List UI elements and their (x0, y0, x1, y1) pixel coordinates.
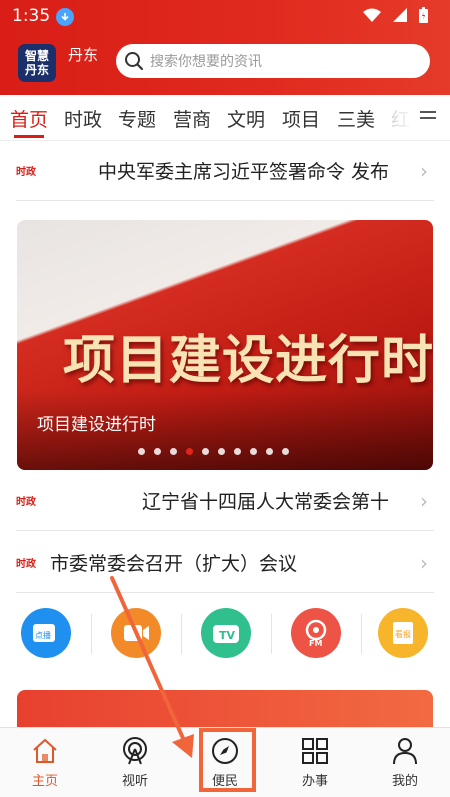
tv-label: TV (219, 629, 236, 642)
wifi-icon (363, 8, 381, 22)
carousel-dot[interactable] (154, 448, 161, 455)
chevron-right-icon: › (420, 551, 428, 575)
carousel-dot[interactable] (170, 448, 177, 455)
carousel-banner[interactable]: 项目建设进行时 项目建设进行时 (17, 220, 433, 470)
carousel-dot[interactable] (202, 448, 209, 455)
fm-label: FM (309, 639, 322, 648)
carousel-dot[interactable] (250, 448, 257, 455)
news-tag: 时政 (16, 497, 36, 508)
signal-icon (393, 8, 407, 22)
promo-banner[interactable] (17, 690, 433, 730)
shortcut-bar: 点播 TV FM 看报 (0, 600, 450, 670)
tab-special[interactable]: 专题 (118, 105, 156, 132)
carousel-dot[interactable] (266, 448, 273, 455)
nav-services-label: 办事 (301, 774, 328, 789)
app-header: 1:35 智慧 丹东 丹东 搜索你想要的资讯 (0, 0, 450, 95)
user-icon (393, 738, 417, 765)
city-selector[interactable]: 丹东 (68, 44, 98, 65)
carousel-dot[interactable] (282, 448, 289, 455)
video-icon[interactable] (111, 608, 161, 658)
carousel-dot[interactable] (218, 448, 225, 455)
highlight-box (199, 728, 256, 792)
broadcast-icon (123, 737, 147, 765)
nav-home[interactable]: 主页 (0, 728, 90, 797)
news-item[interactable]: 时政 中央军委主席习近平签署命令 发布 › (16, 141, 434, 201)
search-placeholder: 搜索你想要的资讯 (150, 54, 262, 70)
news-tag: 时政 (16, 167, 36, 178)
carousel-dot[interactable] (138, 448, 145, 455)
active-tab-indicator (14, 135, 44, 138)
status-time: 1:35 (12, 6, 51, 26)
grid-icon (302, 738, 328, 764)
logo-line2: 丹东 (24, 63, 49, 77)
newspaper-label: 看报 (395, 629, 411, 639)
news-item[interactable]: 时政 辽宁省十四届人大常委会第十 › (16, 471, 434, 531)
tab-business[interactable]: 营商 (173, 105, 211, 132)
news-title: 市委常委会召开（扩大）会议 (50, 553, 298, 575)
live-icon[interactable]: 点播 (21, 608, 71, 658)
battery-icon (419, 7, 428, 23)
tab-civilization[interactable]: 文明 (227, 105, 265, 132)
download-icon (56, 8, 74, 26)
tab-politics[interactable]: 时政 (64, 105, 102, 132)
category-tabs: 首页 时政 专题 营商 文明 项目 三美 红 (0, 95, 450, 141)
search-box[interactable]: 搜索你想要的资讯 (116, 44, 430, 78)
nav-media[interactable]: 视听 (90, 728, 180, 797)
banner-title: 项目建设进行时 (63, 331, 433, 391)
search-icon (125, 52, 144, 71)
news-item[interactable]: 时政 市委常委会召开（扩大）会议 › (16, 533, 434, 593)
nav-home-label: 主页 (31, 774, 58, 789)
radio-fm-icon[interactable]: FM (291, 608, 341, 658)
status-bar: 1:35 (0, 0, 450, 34)
nav-profile-label: 我的 (391, 774, 418, 789)
tv-icon[interactable]: TV (201, 608, 251, 658)
news-title: 中央军委主席习近平签署命令 发布 (98, 161, 390, 183)
tab-home[interactable]: 首页 (10, 105, 48, 132)
logo-line1: 智慧 (24, 49, 49, 63)
nav-services[interactable]: 办事 (270, 728, 360, 797)
live-label: 点播 (35, 630, 51, 640)
more-tabs-icon[interactable] (420, 111, 436, 123)
carousel-dots (138, 448, 289, 455)
chevron-right-icon: › (420, 159, 428, 183)
nav-profile[interactable]: 我的 (360, 728, 450, 797)
home-icon (33, 738, 57, 763)
banner-caption: 项目建设进行时 (37, 415, 156, 435)
nav-media-label: 视听 (121, 774, 148, 789)
tab-projects[interactable]: 项目 (282, 105, 320, 132)
tab-fade (376, 95, 416, 140)
carousel-dot[interactable] (186, 448, 193, 455)
carousel-dot[interactable] (234, 448, 241, 455)
news-tag: 时政 (16, 559, 36, 570)
newspaper-icon[interactable]: 看报 (378, 608, 428, 658)
news-title: 辽宁省十四届人大常委会第十 (142, 491, 390, 513)
tab-sanmei[interactable]: 三美 (337, 105, 375, 132)
app-logo[interactable]: 智慧 丹东 (18, 44, 56, 82)
chevron-right-icon: › (420, 489, 428, 513)
